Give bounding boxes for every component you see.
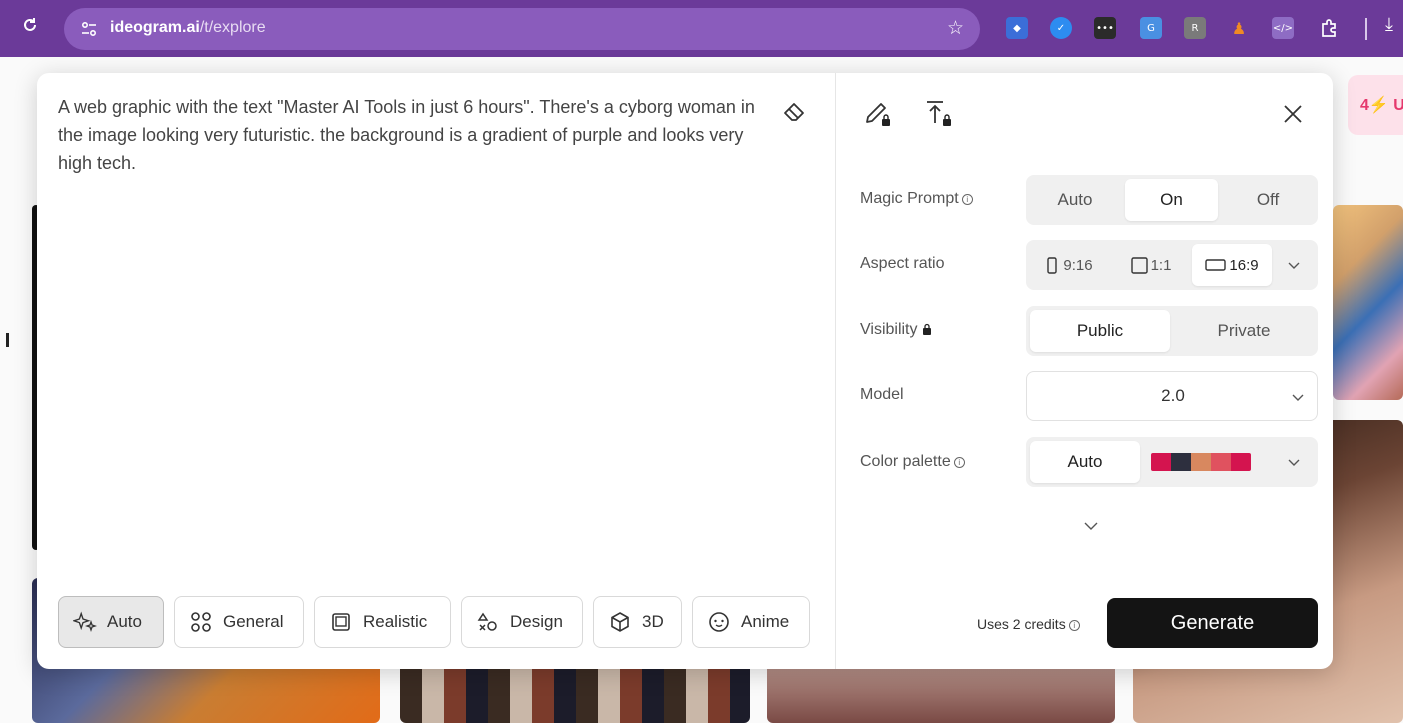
swatch bbox=[1151, 453, 1171, 471]
color-palette-label-text: Color palette bbox=[860, 453, 951, 470]
chevron-down-icon bbox=[1292, 394, 1304, 401]
url-path: /t/explore bbox=[199, 19, 266, 36]
lock-icon bbox=[922, 323, 931, 335]
general-icon bbox=[191, 612, 211, 632]
prompt-input[interactable]: A web graphic with the text "Master AI T… bbox=[58, 93, 776, 177]
style-design-button[interactable]: Design bbox=[461, 596, 583, 648]
style-label: 3D bbox=[642, 612, 664, 631]
visibility-label: Visibility bbox=[860, 321, 932, 339]
aspect-ratio-option-label: 16:9 bbox=[1229, 256, 1259, 274]
aspect-ratio-option-label: 1:1 bbox=[1150, 256, 1172, 274]
square-icon bbox=[1130, 256, 1148, 274]
portrait-icon bbox=[1047, 256, 1058, 274]
style-label: Realistic bbox=[363, 612, 428, 631]
cube-icon bbox=[611, 612, 629, 632]
aspect-ratio-option-label: 9:16 bbox=[1063, 256, 1093, 274]
anime-face-icon bbox=[709, 612, 729, 632]
magic-prompt-off-option[interactable]: Off bbox=[1222, 179, 1314, 221]
upgrade-button[interactable]: 4⚡ U bbox=[1348, 75, 1403, 135]
url-text: ideogram.ai/t/explore bbox=[110, 19, 266, 37]
magic-prompt-label-text: Magic Prompt bbox=[860, 190, 959, 207]
visibility-private-option[interactable]: Private bbox=[1174, 310, 1314, 352]
info-icon[interactable]: i bbox=[1068, 620, 1080, 631]
color-palette-selector: Auto bbox=[1026, 437, 1318, 487]
edit-pencil-locked-icon[interactable] bbox=[862, 99, 892, 129]
chevron-down-icon[interactable] bbox=[1287, 258, 1301, 272]
url-host: ideogram.ai bbox=[110, 19, 200, 36]
extensions-puzzle-icon[interactable] bbox=[1318, 17, 1340, 39]
magic-prompt-auto-option[interactable]: Auto bbox=[1030, 179, 1120, 221]
site-settings-icon[interactable] bbox=[80, 20, 98, 38]
aspect-ratio-selector: 9:16 1:1 16:9 bbox=[1026, 240, 1318, 290]
extension-icon[interactable]: ••• bbox=[1094, 17, 1116, 39]
clear-prompt-eraser-icon[interactable] bbox=[781, 99, 807, 125]
panel-divider bbox=[835, 73, 836, 669]
color-palette-auto-option[interactable]: Auto bbox=[1030, 441, 1140, 483]
model-select[interactable]: 2.0 bbox=[1026, 371, 1318, 421]
extension-icon[interactable]: ◆ bbox=[1006, 17, 1028, 39]
info-icon[interactable]: i bbox=[961, 194, 973, 205]
style-general-button[interactable]: General bbox=[174, 596, 304, 648]
swatch bbox=[1211, 453, 1231, 471]
aspect-ratio-label: Aspect ratio bbox=[860, 255, 945, 272]
style-3d-button[interactable]: 3D bbox=[593, 596, 682, 648]
swatch bbox=[1231, 453, 1251, 471]
browser-toolbar: ideogram.ai/t/explore ☆ ◆ ✓ ••• G R ♟ </… bbox=[0, 0, 1403, 57]
model-label: Model bbox=[860, 386, 904, 403]
extension-icon[interactable]: R bbox=[1184, 17, 1206, 39]
info-icon[interactable]: i bbox=[953, 457, 965, 468]
gallery-thumbnail[interactable] bbox=[1333, 205, 1403, 400]
extension-icon[interactable]: </> bbox=[1272, 17, 1294, 39]
chevron-down-icon[interactable] bbox=[1287, 455, 1301, 469]
left-edge-mark bbox=[6, 333, 9, 347]
download-icon[interactable]: ⤓ bbox=[1385, 14, 1393, 35]
upgrade-label: 4⚡ U bbox=[1360, 97, 1403, 114]
address-bar[interactable]: ideogram.ai/t/explore ☆ bbox=[64, 8, 980, 50]
visibility-label-text: Visibility bbox=[860, 321, 918, 338]
extension-icon[interactable]: G bbox=[1140, 17, 1162, 39]
swatch bbox=[1171, 453, 1191, 471]
visibility-toggle: Public Private bbox=[1026, 306, 1318, 356]
sparkle-icon bbox=[73, 611, 97, 633]
swatch bbox=[1191, 453, 1211, 471]
generate-button[interactable]: Generate bbox=[1107, 598, 1318, 648]
photo-stack-icon bbox=[332, 613, 350, 631]
magic-prompt-toggle: Auto On Off bbox=[1026, 175, 1318, 225]
color-palette-label: Color palette i bbox=[860, 453, 965, 471]
style-realistic-button[interactable]: Realistic bbox=[314, 596, 451, 648]
extension-icon[interactable]: ♟ bbox=[1228, 17, 1250, 39]
close-icon[interactable] bbox=[1281, 102, 1305, 126]
aspect-ratio-1-1-option[interactable]: 1:1 bbox=[1114, 244, 1188, 286]
aspect-ratio-9-16-option[interactable]: 9:16 bbox=[1030, 244, 1110, 286]
magic-prompt-label: Magic Prompt i bbox=[860, 190, 973, 208]
credits-label: Uses 2 credits bbox=[977, 616, 1066, 632]
style-label: General bbox=[223, 612, 284, 631]
reload-icon[interactable] bbox=[18, 16, 42, 40]
credits-info: Uses 2 credits i bbox=[977, 616, 1080, 632]
style-label: Anime bbox=[741, 612, 790, 631]
landscape-icon bbox=[1205, 259, 1227, 271]
visibility-public-option[interactable]: Public bbox=[1030, 310, 1170, 352]
model-value: 2.0 bbox=[1161, 386, 1185, 405]
style-label: Auto bbox=[107, 612, 142, 631]
design-shapes-icon bbox=[477, 612, 497, 631]
bookmark-star-icon[interactable]: ☆ bbox=[947, 18, 964, 40]
style-auto-button[interactable]: Auto bbox=[58, 596, 164, 648]
magic-prompt-on-option[interactable]: On bbox=[1125, 179, 1218, 221]
upload-locked-icon[interactable] bbox=[924, 99, 954, 129]
extension-icon[interactable]: ✓ bbox=[1050, 17, 1072, 39]
generate-dialog: A web graphic with the text "Master AI T… bbox=[37, 73, 1333, 669]
color-palette-swatches[interactable] bbox=[1151, 453, 1251, 471]
style-label: Design bbox=[510, 612, 563, 631]
aspect-ratio-16-9-option[interactable]: 16:9 bbox=[1192, 244, 1272, 286]
toolbar-divider bbox=[1365, 18, 1367, 40]
expand-settings-chevron-icon[interactable] bbox=[1083, 518, 1099, 534]
style-anime-button[interactable]: Anime bbox=[692, 596, 810, 648]
